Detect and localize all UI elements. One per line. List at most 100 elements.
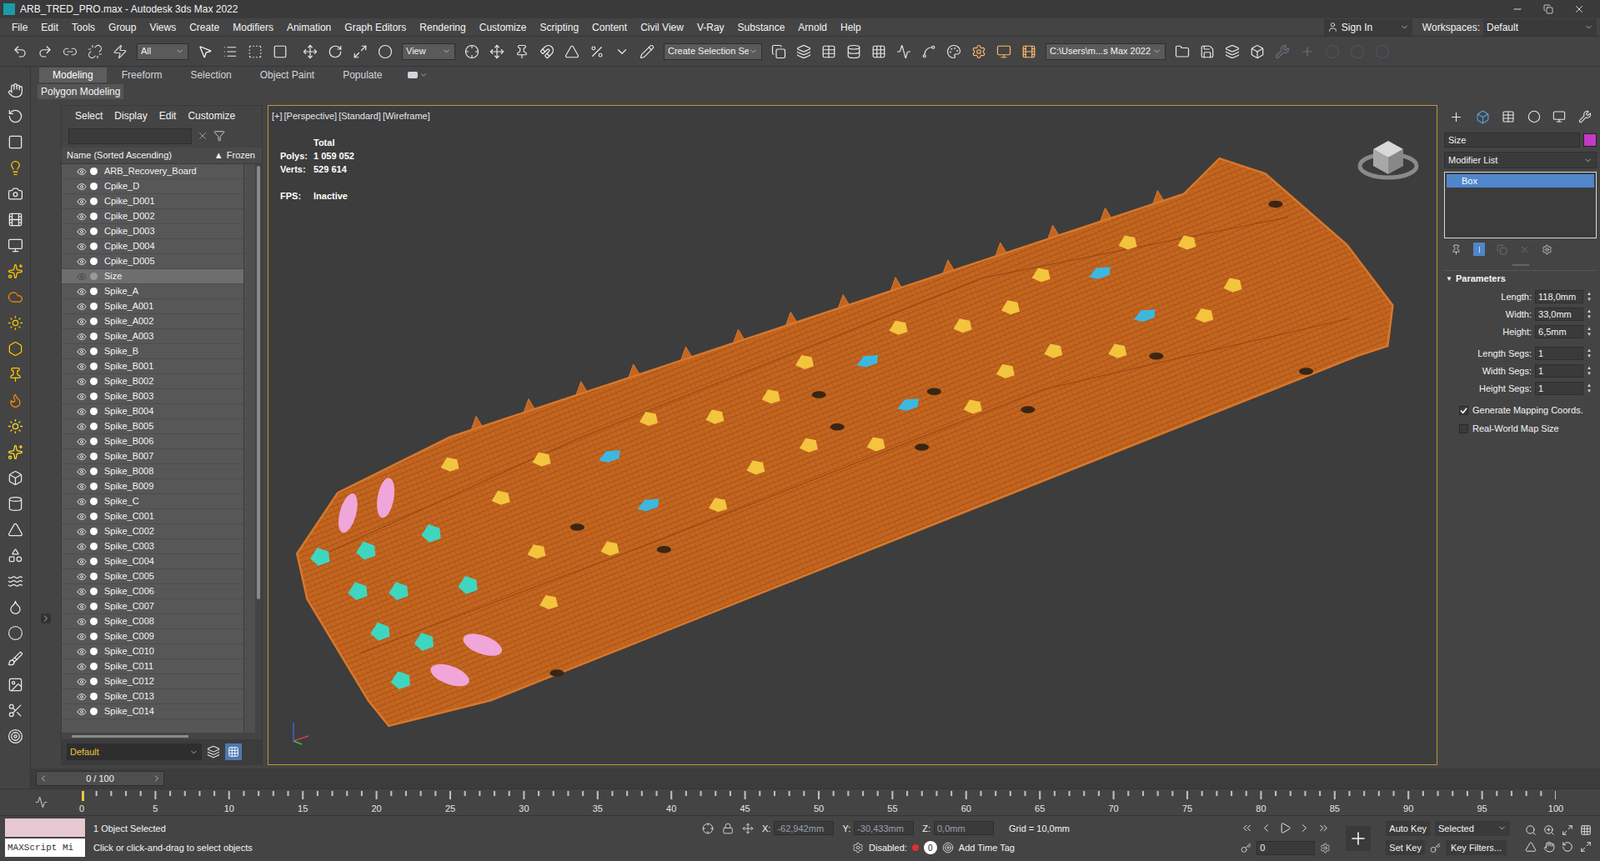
- explorer-row[interactable]: Spike_C007: [61, 599, 244, 615]
- explorer-row[interactable]: Spike_C003: [61, 539, 244, 555]
- explorer-row[interactable]: Spike_B004: [61, 404, 244, 420]
- toolbar-button[interactable]: [511, 40, 532, 63]
- ribbon-tab[interactable]: Selection: [176, 67, 245, 83]
- explorer-row[interactable]: Size: [61, 269, 244, 285]
- sun-icon[interactable]: [7, 315, 24, 332]
- maximize-viewport-icon[interactable]: [1579, 841, 1592, 853]
- explorer-row[interactable]: Spike_C006: [61, 584, 244, 600]
- parameter-spinner[interactable]: 33,0mm: [1534, 307, 1584, 322]
- spinner-snap-icon[interactable]: [614, 44, 630, 60]
- viewport-menu-label[interactable]: [+]: [271, 109, 283, 124]
- toolbar-button[interactable]: [245, 40, 266, 63]
- set-key-button[interactable]: Set Key: [1385, 840, 1425, 856]
- visibility-icon[interactable]: [76, 466, 87, 477]
- command-button[interactable]: [5, 366, 26, 384]
- command-button[interactable]: [5, 340, 26, 358]
- explorer-hscroll[interactable]: [61, 732, 262, 740]
- ribbon-options[interactable]: [407, 70, 428, 80]
- explorer-row[interactable]: Spike_B007: [61, 449, 244, 465]
- percent-snap-icon[interactable]: [589, 44, 605, 60]
- object-color-swatch[interactable]: [1583, 133, 1597, 147]
- command-button[interactable]: [5, 443, 26, 462]
- show-end-result-icon[interactable]: [1474, 245, 1485, 255]
- window-crossing-icon[interactable]: [272, 44, 288, 60]
- motion-tab-icon[interactable]: [1527, 110, 1541, 124]
- menu-item[interactable]: Arnold: [791, 20, 834, 36]
- visibility-icon[interactable]: [76, 616, 87, 627]
- set-key-big-button[interactable]: [1345, 826, 1371, 852]
- scissors-icon[interactable]: [7, 702, 24, 719]
- key-mode-icon[interactable]: [1240, 842, 1252, 854]
- object-name-field[interactable]: Size: [1444, 132, 1580, 148]
- visibility-icon[interactable]: [76, 647, 87, 658]
- visibility-icon[interactable]: [76, 436, 87, 447]
- command-button[interactable]: [5, 262, 26, 281]
- named-selection-dropdown[interactable]: Create Selection Se: [663, 43, 763, 61]
- visibility-icon[interactable]: [76, 571, 87, 582]
- utilities-tab-icon[interactable]: [1578, 110, 1592, 124]
- visibility-icon[interactable]: [76, 586, 87, 597]
- explorer-row[interactable]: Spike_A001: [61, 299, 244, 315]
- visibility-icon[interactable]: [76, 692, 87, 703]
- dropdown-arrow-icon[interactable]: [748, 46, 758, 56]
- visibility-icon[interactable]: [76, 662, 87, 673]
- key-mode-dropdown[interactable]: Selected: [1434, 821, 1510, 837]
- explorer-row[interactable]: Spike_A: [61, 284, 244, 300]
- command-button[interactable]: [5, 417, 26, 436]
- dropdown-arrow-icon[interactable]: [1497, 823, 1507, 833]
- render-setup-icon[interactable]: [971, 44, 987, 60]
- dropdown-arrow-icon[interactable]: [441, 46, 452, 56]
- toolbar-button[interactable]: [1347, 40, 1368, 63]
- menu-item[interactable]: Views: [142, 20, 183, 36]
- time-tag-icon[interactable]: [942, 842, 954, 854]
- menu-item[interactable]: Modifiers: [225, 20, 281, 36]
- explorer-row[interactable]: Spike_C008: [61, 614, 244, 630]
- recovery-board-model[interactable]: [268, 105, 1437, 765]
- toolbar-button[interactable]: [611, 40, 632, 63]
- menu-item[interactable]: Group: [101, 20, 143, 36]
- explorer-row[interactable]: Cpike_D004: [61, 239, 244, 255]
- explorer-row[interactable]: Spike_B001: [61, 359, 244, 375]
- dropdown-arrow-icon[interactable]: [1583, 155, 1593, 166]
- timeline-ruler[interactable]: 0510152025303540455055606570758085909510…: [81, 791, 1556, 815]
- go-to-end-icon[interactable]: [1317, 822, 1330, 835]
- command-button[interactable]: [5, 391, 26, 410]
- minimize-icon[interactable]: [1511, 3, 1524, 16]
- configure-sets-icon[interactable]: [1541, 244, 1553, 256]
- menu-item[interactable]: Animation: [280, 20, 338, 36]
- explorer-row[interactable]: Cpike_D001: [61, 194, 244, 210]
- toolbar-button[interactable]: [918, 40, 939, 63]
- snap-toggle-icon[interactable]: [539, 44, 555, 60]
- brush-icon[interactable]: [7, 651, 24, 668]
- stack-item[interactable]: Box: [1446, 174, 1595, 188]
- parameter-spinner[interactable]: 1: [1534, 364, 1584, 378]
- layer-explorer-icon[interactable]: [821, 44, 837, 60]
- pan-icon[interactable]: [1543, 841, 1555, 853]
- command-button[interactable]: [5, 546, 26, 565]
- reference-coord-dropdown[interactable]: View: [401, 43, 456, 61]
- checkbox-row[interactable]: Generate Mapping Coords.: [1459, 401, 1597, 419]
- add-time-tag[interactable]: Add Time Tag: [958, 841, 1015, 856]
- set-keys-icon[interactable]: [1348, 828, 1369, 849]
- orbit-icon[interactable]: [7, 108, 24, 125]
- toolbar-button[interactable]: [943, 40, 964, 63]
- explorer-row[interactable]: Spike_B003: [61, 389, 244, 405]
- explorer-row[interactable]: Spike_C004: [61, 554, 244, 570]
- dot-b-icon[interactable]: [1349, 44, 1365, 60]
- visibility-icon[interactable]: [76, 541, 87, 552]
- remove-modifier-icon[interactable]: [1519, 244, 1530, 256]
- edit-named-selection-icon[interactable]: [639, 44, 655, 60]
- visibility-icon[interactable]: [76, 346, 87, 357]
- link-icon[interactable]: [62, 44, 78, 60]
- visibility-icon[interactable]: [76, 451, 87, 462]
- previous-frame-icon[interactable]: [38, 773, 49, 784]
- parameter-spinner[interactable]: 6,5mm: [1534, 325, 1584, 339]
- toolbar-button[interactable]: [1247, 40, 1268, 63]
- scene-explorer-icon[interactable]: [871, 44, 887, 60]
- vray-icon[interactable]: [7, 728, 24, 745]
- command-button[interactable]: [5, 727, 26, 746]
- explorer-row[interactable]: Spike_B: [61, 344, 244, 360]
- visibility-icon[interactable]: [76, 166, 87, 177]
- maxscript-mini-listener[interactable]: MAXScript Mi: [5, 838, 86, 858]
- toolbar-button[interactable]: [220, 40, 241, 63]
